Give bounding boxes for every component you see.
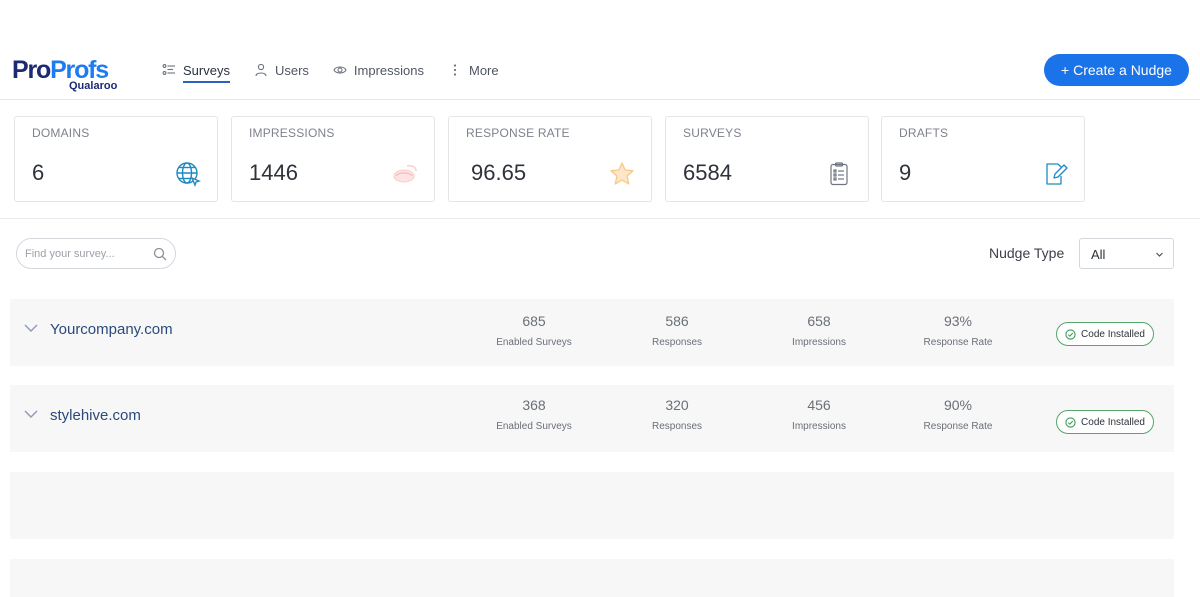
metric-value: 586 [665, 313, 689, 329]
metric-responses: 586 Responses [617, 313, 737, 348]
nav-surveys-label: Surveys [183, 63, 230, 83]
nav-impressions-label: Impressions [353, 62, 424, 78]
metric-enabled-surveys: 368 Enabled Surveys [474, 397, 594, 432]
stat-card-response-rate[interactable]: RESPONSE RATE 96.65 [448, 116, 652, 202]
check-circle-icon [1065, 328, 1076, 340]
metric-enabled-surveys: 685 Enabled Surveys [474, 313, 594, 348]
metric-value: 93% [943, 313, 973, 329]
stat-title: IMPRESSIONS [249, 126, 335, 140]
metric-label: Responses [651, 421, 703, 432]
user-icon [255, 63, 267, 77]
metric-impressions: 456 Impressions [759, 397, 879, 432]
stat-value: 6584 [683, 160, 732, 185]
search-input[interactable] [25, 239, 145, 268]
metric-label: Impressions [792, 421, 846, 432]
chevron-down-icon[interactable] [24, 323, 38, 333]
stat-title: SURVEYS [683, 126, 742, 140]
star-icon [610, 162, 634, 185]
nudge-type-select[interactable]: All [1079, 238, 1174, 269]
stat-value: 6 [32, 160, 45, 185]
status-badge: Code Installed [1056, 322, 1154, 346]
nav-impressions[interactable]: Impressions [333, 40, 424, 100]
status-badge-label: Code Installed [1081, 416, 1145, 428]
domain-row[interactable]: Yourcompany.com 685 Enabled Surveys 586 … [10, 299, 1174, 366]
metric-label: Response Rate [923, 337, 993, 348]
impressions-icon [393, 164, 417, 183]
nudge-type-value: All [1091, 247, 1106, 262]
main-nav: Surveys Users Impressions More [162, 40, 523, 100]
top-header: ProProfs Qualaroo Surveys Users Impressi… [0, 40, 1200, 100]
metric-response-rate: 90% Response Rate [898, 397, 1018, 432]
metric-value: 456 [807, 397, 831, 413]
stat-card-drafts[interactable]: DRAFTS 9 [881, 116, 1085, 202]
status-badge: Code Installed [1056, 410, 1154, 434]
logo-subtitle: Qualaroo [69, 80, 118, 92]
metric-label: Enabled Surveys [496, 337, 572, 348]
stat-value: 96.65 [471, 160, 527, 185]
metric-value: 658 [807, 313, 831, 329]
metric-impressions: 658 Impressions [759, 313, 879, 348]
chevron-down-icon [1156, 252, 1163, 257]
nudge-type-label: Nudge Type [989, 245, 1065, 261]
domain-row[interactable]: stylehive.com 368 Enabled Surveys 320 Re… [10, 385, 1174, 452]
stat-title: DRAFTS [899, 126, 949, 140]
create-nudge-button[interactable]: + Create a Nudge [1044, 54, 1189, 86]
metric-responses: 320 Responses [617, 397, 737, 432]
nav-users-label: Users [274, 62, 309, 78]
edit-icon [1046, 163, 1068, 185]
status-badge-label: Code Installed [1081, 328, 1145, 340]
check-circle-icon [1065, 416, 1076, 428]
domain-name[interactable]: Yourcompany.com [50, 321, 173, 338]
loading-placeholder-row [10, 472, 1174, 539]
search-box [16, 238, 176, 269]
nav-surveys[interactable]: Surveys [162, 40, 230, 100]
chevron-down-icon[interactable] [24, 409, 38, 419]
stat-card-impressions[interactable]: IMPRESSIONS 1446 [231, 116, 435, 202]
stat-value: 1446 [249, 160, 298, 185]
nav-more-label: More [469, 62, 499, 78]
nav-more[interactable]: More [448, 40, 499, 100]
stats-bar: DOMAINS 6 IMPRESSIONS 1446 RESPONSE RATE… [0, 100, 1200, 219]
metric-value: 368 [522, 397, 546, 413]
proprofs-logo[interactable]: ProProfs Qualaroo [12, 57, 124, 95]
kebab-icon [453, 64, 457, 76]
stat-value: 9 [899, 160, 912, 185]
stat-title: RESPONSE RATE [466, 126, 570, 140]
eye-icon [333, 66, 347, 74]
metric-value: 685 [522, 313, 546, 329]
nav-users[interactable]: Users [254, 40, 309, 100]
metric-label: Enabled Surveys [496, 421, 572, 432]
stat-card-surveys[interactable]: SURVEYS 6584 [665, 116, 869, 202]
metric-value: 320 [665, 397, 689, 413]
domain-name[interactable]: stylehive.com [50, 407, 141, 424]
stat-title: DOMAINS [32, 126, 90, 140]
list-icon [162, 64, 175, 75]
metric-label: Responses [651, 337, 703, 348]
globe-icon [176, 162, 201, 187]
metric-response-rate: 93% Response Rate [898, 313, 1018, 348]
metric-value: 90% [943, 397, 973, 413]
clipboard-icon [830, 162, 848, 186]
loading-placeholder-row [10, 559, 1174, 597]
search-icon[interactable] [153, 247, 167, 261]
metric-label: Impressions [792, 337, 846, 348]
stat-card-domains[interactable]: DOMAINS 6 [14, 116, 218, 202]
metric-label: Response Rate [923, 421, 993, 432]
